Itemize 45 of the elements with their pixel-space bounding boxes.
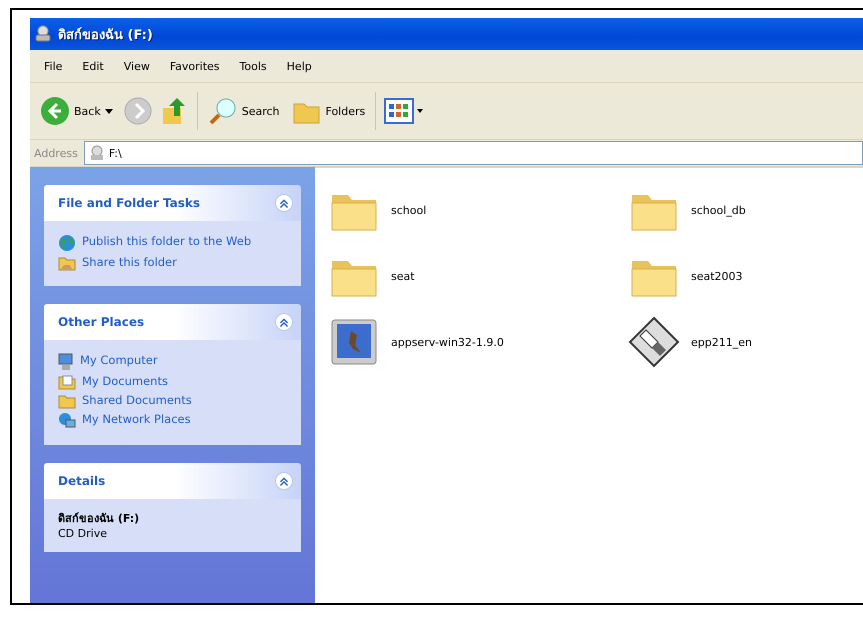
collapse-chevron-icon[interactable] (275, 472, 293, 490)
drive-name: ดิสก์ของฉัน (F:) (58, 511, 140, 527)
menu-item[interactable]: Tools (230, 58, 277, 74)
documents-folder-icon (58, 374, 76, 390)
folders-button[interactable]: Folders (290, 94, 368, 128)
menu-item[interactable]: Favorites (160, 58, 230, 74)
cd-drive-icon (88, 145, 105, 161)
menu-item[interactable]: View (114, 58, 160, 74)
task-link[interactable]: My Computer (80, 353, 158, 368)
task-link[interactable]: Shared Documents (82, 393, 192, 408)
views-button-icon[interactable] (384, 96, 424, 126)
window-title: ดิสก์ของฉัน (F:) (58, 26, 153, 44)
drive-type: CD Drive (58, 527, 108, 540)
address-label: Address (34, 146, 78, 160)
search-icon (208, 96, 238, 126)
task-link[interactable]: Publish this folder to the Web (82, 234, 252, 249)
search-button[interactable]: Search (206, 94, 282, 128)
menu-item[interactable]: Help (276, 58, 322, 74)
computer-icon (58, 353, 74, 371)
address-field[interactable]: F:\ (84, 141, 863, 165)
panel-title: Details (58, 474, 106, 488)
collapse-chevron-icon[interactable] (275, 194, 293, 212)
collapse-chevron-icon[interactable] (275, 313, 293, 331)
file-name[interactable]: school_db (691, 204, 746, 216)
shared-folder-icon (58, 255, 76, 271)
folder-icon (58, 393, 76, 409)
caret-icon (104, 108, 113, 114)
disk-file-icon (628, 316, 680, 368)
task-link[interactable]: Share this folder (82, 255, 177, 270)
task-link[interactable]: My Documents (82, 374, 168, 389)
menu-item[interactable]: Edit (72, 58, 114, 74)
panel-title: Other Places (58, 315, 144, 329)
task-link[interactable]: My Network Places (82, 412, 191, 427)
cd-drive-icon (34, 25, 52, 43)
file-name[interactable]: school (391, 204, 426, 216)
panel-title: File and Folder Tasks (58, 196, 200, 210)
globe-icon (58, 234, 76, 252)
back-button[interactable]: Back (38, 94, 115, 128)
menu-item[interactable]: File (34, 58, 72, 74)
network-globe-icon (58, 412, 76, 430)
file-name[interactable]: seat2003 (691, 270, 743, 282)
file-name[interactable]: epp211_en (691, 336, 752, 348)
file-name[interactable]: seat (391, 270, 415, 282)
file-name[interactable]: appserv-win32-1.9.0 (391, 336, 504, 348)
installer-icon (329, 317, 379, 367)
